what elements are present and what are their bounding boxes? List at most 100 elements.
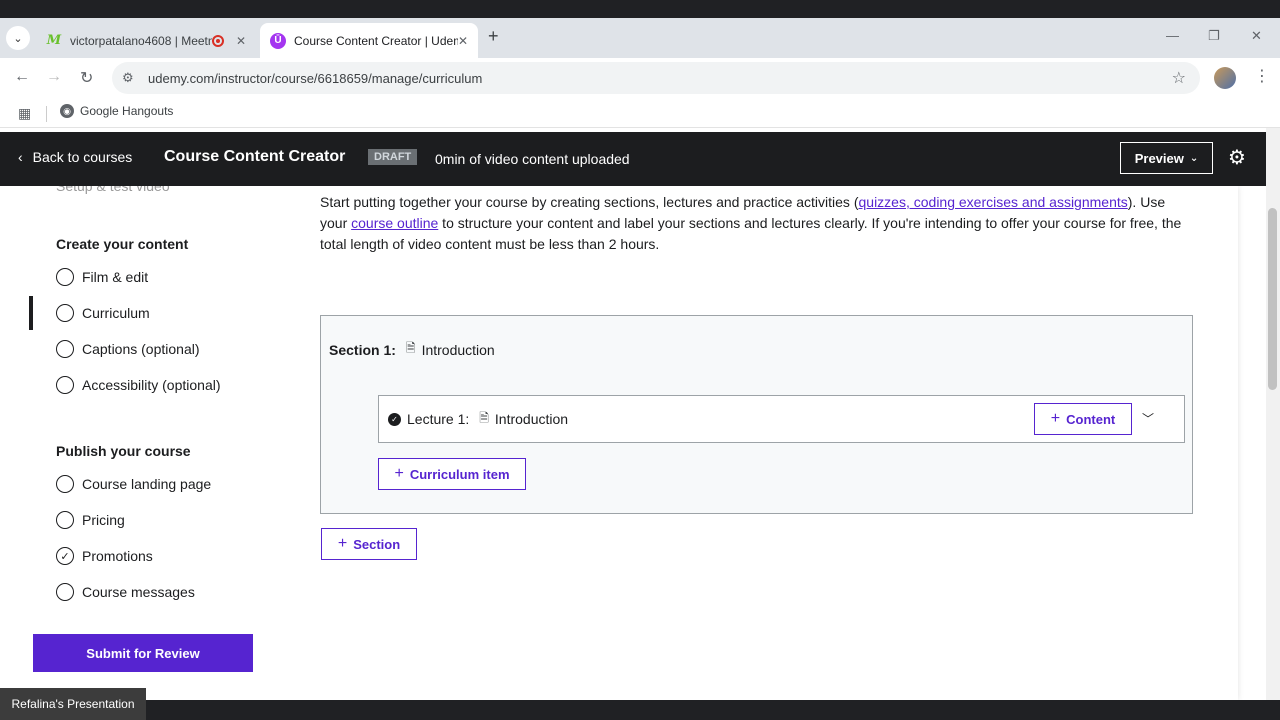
udemy-favicon-icon: Ū <box>270 32 286 49</box>
settings-gear-icon[interactable]: ⚙ <box>1228 145 1246 170</box>
sidebar-item-pricing[interactable]: Pricing <box>56 511 125 529</box>
back-arrow-icon[interactable]: ← <box>14 68 30 86</box>
course-outline-link[interactable]: course outline <box>351 215 438 231</box>
publish-course-heading: Publish your course <box>56 443 191 459</box>
content-button-label: Content <box>1066 411 1116 427</box>
scrollbar-thumb[interactable] <box>1268 208 1277 390</box>
bookmark-star-icon[interactable]: ☆ <box>1172 68 1186 88</box>
lecture-name: Introduction <box>494 411 569 427</box>
upload-status: 0min of video content uploaded <box>435 151 630 167</box>
chevron-left-icon: ‹ <box>18 149 23 165</box>
bookmarks-bar: ▦ ◉ Google Hangouts <box>0 98 1280 128</box>
intro-text: Start putting together your course by cr… <box>320 194 859 210</box>
circle-unchecked-icon <box>56 475 74 493</box>
add-content-button[interactable]: + Content <box>1034 403 1132 435</box>
course-header: ‹ Back to courses Course Content Creator… <box>0 132 1266 186</box>
sidebar-item-landing-page[interactable]: Course landing page <box>56 475 211 493</box>
close-tab-icon[interactable]: ✕ <box>458 34 468 48</box>
sidebar-item-label: Curriculum <box>82 305 150 321</box>
section-title: Section 1: 🗎 Introduction <box>329 339 495 360</box>
circle-unchecked-icon <box>56 304 74 322</box>
plus-icon: + <box>394 465 404 482</box>
preview-button[interactable]: Preview ⌄ <box>1120 142 1213 174</box>
section-name: Introduction <box>421 341 495 358</box>
circle-unchecked-icon <box>56 511 74 529</box>
window-top-strip <box>0 0 1280 18</box>
site-info-icon[interactable]: ⚙ <box>122 70 144 86</box>
forward-arrow-icon[interactable]: → <box>46 68 62 86</box>
bookmark-label: Google Hangouts <box>80 104 174 118</box>
presentation-label: Refalina's Presentation <box>0 688 146 720</box>
circle-unchecked-icon <box>56 376 74 394</box>
section-label: Section 1: <box>329 341 396 358</box>
section-button-label: Section <box>353 536 401 552</box>
plus-icon: + <box>1050 410 1061 427</box>
restore-icon[interactable]: ❐ <box>1208 28 1220 44</box>
sidebar-item-promotions[interactable]: ✓ Promotions <box>56 547 153 565</box>
document-icon: 🗎 <box>479 410 489 425</box>
bookmark-divider <box>46 106 47 122</box>
sidebar-item-curriculum[interactable]: Curriculum <box>56 304 150 322</box>
page-viewport: Setup & test video Create your content F… <box>0 128 1268 700</box>
section-card: Section 1: 🗎 Introduction ✓ Lecture 1: 🗎… <box>320 315 1193 514</box>
circle-unchecked-icon <box>56 340 74 358</box>
browser-toolbar: ← → ↻ ⚙ udemy.com/instructor/course/6618… <box>0 58 1280 98</box>
add-section-button[interactable]: + Section <box>321 528 417 560</box>
sidebar-item-label: Promotions <box>82 548 153 564</box>
tab-udemy[interactable]: Ū Course Content Creator | Udem ✕ <box>260 23 478 58</box>
address-bar[interactable]: ⚙ udemy.com/instructor/course/6618659/ma… <box>112 62 1200 94</box>
recording-icon <box>211 34 224 47</box>
globe-icon: ◉ <box>60 104 74 118</box>
tab-search-button[interactable]: ⌄ <box>6 26 30 50</box>
sidebar-item-captions[interactable]: Captions (optional) <box>56 340 200 358</box>
bookmark-google-hangouts[interactable]: ◉ Google Hangouts <box>60 104 173 118</box>
circle-checked-icon: ✓ <box>56 547 74 565</box>
lecture-label: Lecture 1: <box>407 411 470 427</box>
reload-icon[interactable]: ↻ <box>80 68 93 88</box>
circle-unchecked-icon <box>56 583 74 601</box>
document-icon: 🗎 <box>405 341 416 355</box>
browser-tab-bar: ⌄ M victorpatalano4608 | Meetn ✕ Ū Cours… <box>0 18 1280 58</box>
sidebar-item-course-messages[interactable]: Course messages <box>56 583 195 601</box>
profile-avatar[interactable] <box>1214 67 1236 89</box>
curriculum-intro: Start putting together your course by cr… <box>320 192 1190 255</box>
new-tab-icon[interactable]: + <box>488 26 499 47</box>
sidebar-item-film-edit[interactable]: Film & edit <box>56 268 148 286</box>
quizzes-link[interactable]: quizzes, coding exercises and assignment… <box>859 194 1128 210</box>
url-text[interactable]: udemy.com/instructor/course/6618659/mana… <box>148 71 482 86</box>
sidebar-item-label: Film & edit <box>82 269 149 285</box>
bottom-strip <box>0 700 1280 720</box>
circle-unchecked-icon <box>56 268 74 286</box>
sidebar-item-accessibility[interactable]: Accessibility (optional) <box>56 376 221 394</box>
submit-for-review-button[interactable]: Submit for Review <box>33 634 253 672</box>
course-title: Course Content Creator <box>164 148 346 165</box>
preview-label: Preview <box>1134 150 1184 166</box>
check-circle-icon: ✓ <box>388 412 401 426</box>
sidebar-item-label: Course landing page <box>82 476 212 492</box>
status-badge: DRAFT <box>368 149 418 165</box>
curriculum-item-label: Curriculum item <box>409 466 510 482</box>
sidebar-item-label: Pricing <box>82 512 125 528</box>
tab-title: Course Content Creator | Udem <box>294 33 458 48</box>
intro-text: to structure your content and label your… <box>320 215 1182 252</box>
meetn-favicon-icon: M <box>46 33 62 48</box>
sidebar-item-label: Course messages <box>82 584 195 600</box>
back-to-courses-link[interactable]: ‹ Back to courses <box>18 149 132 165</box>
expand-chevron-icon[interactable]: ﹀ <box>1142 410 1154 427</box>
back-label: Back to courses <box>32 149 133 165</box>
create-content-heading: Create your content <box>56 236 189 252</box>
tab-title: victorpatalano4608 | Meetn <box>70 33 212 48</box>
window-close-icon[interactable]: ✕ <box>1251 28 1262 44</box>
apps-grid-icon[interactable]: ▦ <box>18 105 31 122</box>
sidebar-item-label: Captions (optional) <box>82 341 200 357</box>
tab-meetn[interactable]: M victorpatalano4608 | Meetn ✕ <box>36 23 256 58</box>
plus-icon: + <box>337 535 348 552</box>
close-tab-icon[interactable]: ✕ <box>236 34 246 48</box>
lecture-row[interactable]: ✓ Lecture 1: 🗎 Introduction + Content ﹀ <box>378 395 1185 443</box>
chevron-down-icon: ⌄ <box>1189 152 1199 164</box>
sidebar-item-label: Accessibility (optional) <box>82 377 221 393</box>
course-sidebar: Setup & test video Create your content F… <box>0 178 276 700</box>
add-curriculum-item-button[interactable]: + Curriculum item <box>378 458 526 490</box>
browser-menu-icon[interactable]: ⋮ <box>1254 66 1270 86</box>
minimize-icon[interactable]: — <box>1166 28 1179 43</box>
